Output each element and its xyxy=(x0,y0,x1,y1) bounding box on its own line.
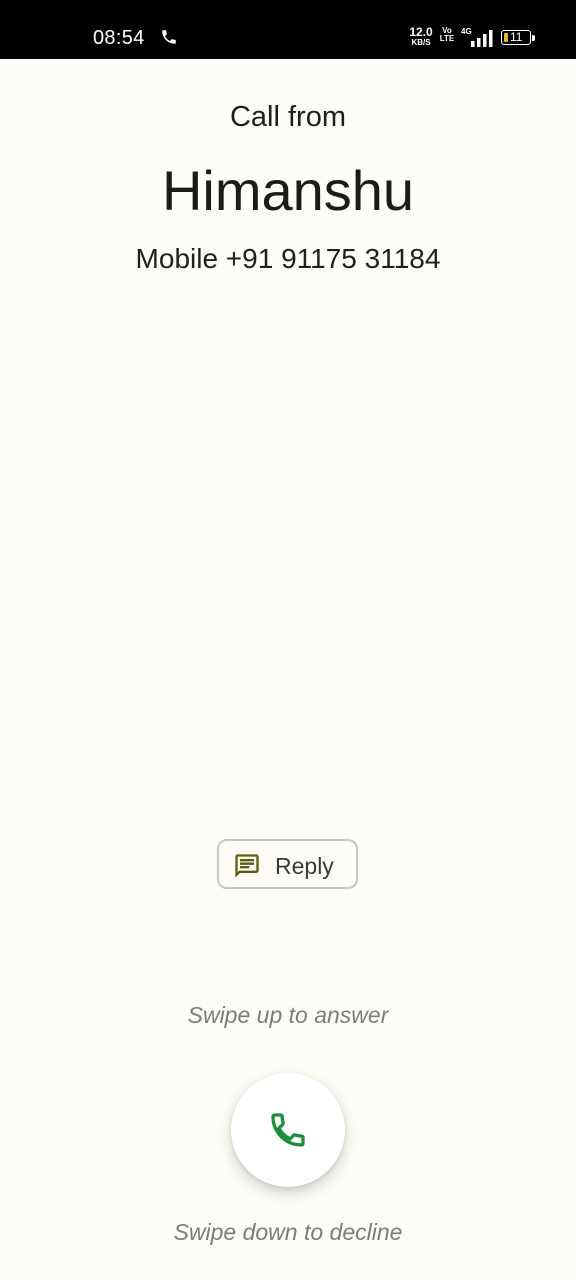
battery-fill xyxy=(503,32,508,42)
caller-number: Mobile +91 91175 31184 xyxy=(135,243,441,274)
reply-label: Reply xyxy=(275,853,334,879)
signal-bars-icon xyxy=(471,30,493,47)
status-time: 08:54 xyxy=(93,27,145,49)
battery-level: 11 xyxy=(510,30,523,44)
status-bar: 08:54 12.0 KB/S Vo LTE 4G 11 xyxy=(0,0,576,59)
signal-indicator: 4G xyxy=(461,27,493,47)
caller-name: Himanshu xyxy=(161,159,415,222)
swipe-down-hint: Swipe down to decline xyxy=(173,1219,403,1245)
reply-button[interactable]: Reply xyxy=(217,839,358,889)
network-speed: 12.0 KB/S xyxy=(408,26,434,47)
network-speed-unit: KB/S xyxy=(411,38,431,47)
phone-icon xyxy=(162,30,176,44)
volte-bottom: LTE xyxy=(439,34,455,43)
answer-call-button[interactable] xyxy=(231,1073,345,1187)
phone-answer-icon xyxy=(271,1113,305,1147)
message-icon xyxy=(235,854,259,878)
battery-tip xyxy=(532,35,535,41)
network-speed-value: 12.0 xyxy=(409,25,433,39)
battery-icon: 11 xyxy=(501,30,531,45)
call-header: Call from xyxy=(229,101,346,133)
swipe-up-hint: Swipe up to answer xyxy=(187,1002,389,1028)
volte-indicator: Vo LTE xyxy=(439,27,455,43)
